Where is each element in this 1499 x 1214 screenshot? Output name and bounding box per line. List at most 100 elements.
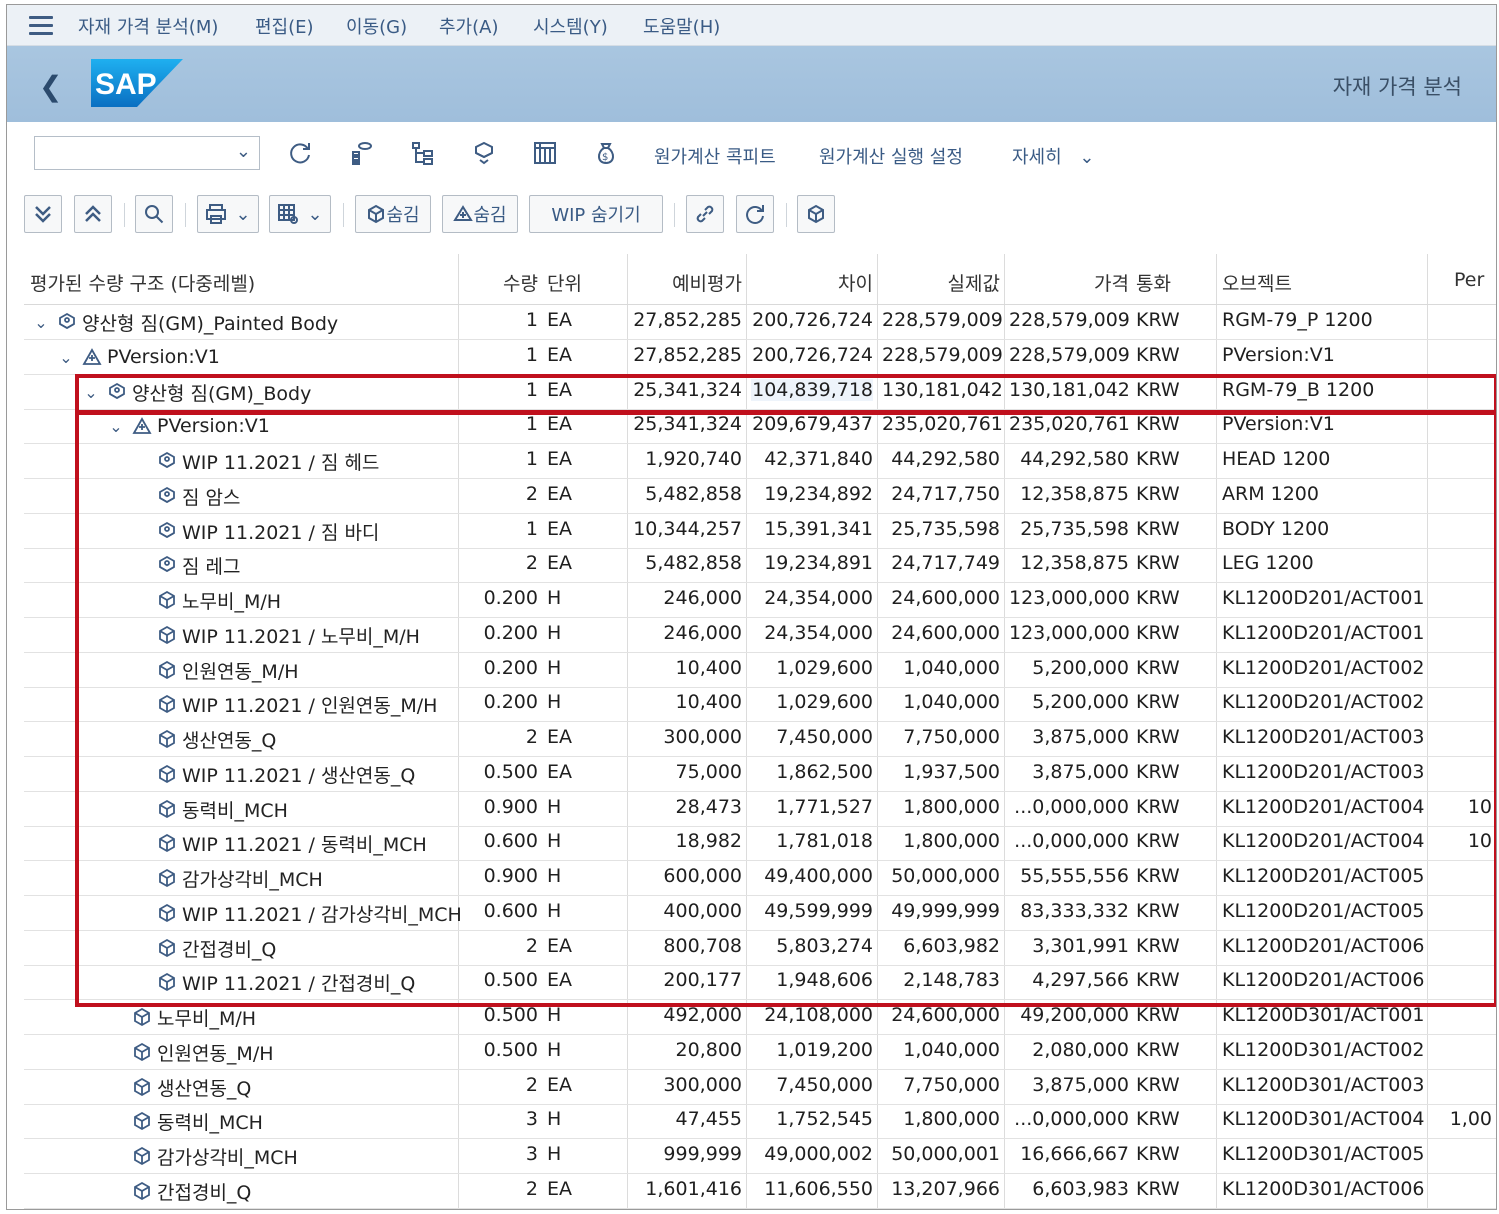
- chevron-down-icon[interactable]: ⌄: [107, 417, 125, 436]
- table-row[interactable]: 노무비_M/H 0.200 H 246,000 24,354,000 24,60…: [24, 583, 1496, 618]
- table-row[interactable]: 감가상각비_MCH 3 H 999,999 49,000,002 50,000,…: [24, 1139, 1496, 1174]
- table-row[interactable]: WIP 11.2021 / 동력비_MCH 0.600 H 18,982 1,7…: [24, 826, 1496, 861]
- column-header-price[interactable]: 가격: [1009, 269, 1129, 296]
- tree-node[interactable]: 생산연동_Q: [132, 724, 276, 754]
- tree-node[interactable]: 동력비_MCH: [107, 1106, 263, 1136]
- tree-node[interactable]: 감가상각비_MCH: [107, 1141, 298, 1171]
- tree-node[interactable]: 노무비_M/H: [107, 1002, 256, 1032]
- expand-all-button[interactable]: [24, 195, 62, 233]
- unit-cell: EA: [547, 483, 573, 505]
- column-header-unit[interactable]: 단위: [547, 269, 582, 296]
- activity-cube-icon: [131, 1110, 153, 1132]
- tree-node[interactable]: WIP 11.2021 / 노무비_M/H: [132, 620, 420, 650]
- table-row[interactable]: 간접경비_Q 2 EA 1,601,416 11,606,550 13,207,…: [24, 1174, 1496, 1209]
- tree-node[interactable]: 생산연동_Q: [107, 1072, 251, 1102]
- cost-details-icon[interactable]: [345, 136, 379, 170]
- chevron-down-icon[interactable]: ⌄: [32, 313, 50, 332]
- chevron-down-icon[interactable]: ⌄: [82, 383, 100, 402]
- table-row[interactable]: WIP 11.2021 / 노무비_M/H 0.200 H 246,000 24…: [24, 618, 1496, 653]
- more-button[interactable]: 자세히 ⌄: [1012, 143, 1095, 169]
- tree-node[interactable]: WIP 11.2021 / 인원연동_M/H: [132, 689, 437, 719]
- tree-node[interactable]: 간접경비_Q: [132, 933, 276, 963]
- table-row[interactable]: WIP 11.2021 / 짐 헤드 1 EA 1,920,740 42,371…: [24, 444, 1496, 479]
- menu-goto[interactable]: 이동(G): [346, 13, 407, 39]
- tree-node[interactable]: ⌄ 양산형 짐(GM)_Painted Body: [32, 307, 338, 337]
- refresh-icon[interactable]: [283, 136, 317, 170]
- tree-node[interactable]: 동력비_MCH: [132, 794, 288, 824]
- material-icon[interactable]: [467, 136, 501, 170]
- tree-node[interactable]: 노무비_M/H: [132, 585, 281, 615]
- collapse-all-button[interactable]: [74, 195, 112, 233]
- variant-select[interactable]: ⌄: [34, 136, 260, 170]
- table-row[interactable]: 생산연동_Q 2 EA 300,000 7,450,000 7,750,000 …: [24, 722, 1496, 757]
- back-icon[interactable]: ❮: [39, 70, 62, 103]
- table-row[interactable]: WIP 11.2021 / 짐 바디 1 EA 10,344,257 15,39…: [24, 514, 1496, 549]
- tree-node[interactable]: ⌄ 양산형 짐(GM)_Body: [82, 377, 311, 407]
- table-row[interactable]: 인원연동_M/H 0.500 H 20,800 1,019,200 1,040,…: [24, 1035, 1496, 1070]
- menu-material-price-analysis[interactable]: 자재 가격 분석(M): [78, 13, 218, 39]
- hide-wip-button[interactable]: WIP 숨기기: [529, 195, 663, 233]
- table-row[interactable]: 짐 암스 2 EA 5,482,858 19,234,892 24,717,75…: [24, 479, 1496, 514]
- tree-node[interactable]: ⌄ PVersion:V1: [107, 411, 270, 441]
- table-row[interactable]: 생산연동_Q 2 EA 300,000 7,450,000 7,750,000 …: [24, 1070, 1496, 1105]
- table-row[interactable]: 인원연동_M/H 0.200 H 10,400 1,029,600 1,040,…: [24, 653, 1496, 688]
- object-button[interactable]: [797, 195, 835, 233]
- table-row[interactable]: WIP 11.2021 / 간접경비_Q 0.500 EA 200,177 1,…: [24, 965, 1496, 1000]
- layout-button[interactable]: ⌄: [269, 195, 331, 233]
- tree-node[interactable]: WIP 11.2021 / 짐 헤드: [132, 446, 379, 476]
- hierarchy-icon[interactable]: [406, 136, 440, 170]
- tree-node[interactable]: WIP 11.2021 / 생산연동_Q: [132, 759, 415, 789]
- tree-node[interactable]: WIP 11.2021 / 감가상각비_MCH: [132, 898, 462, 928]
- search-button[interactable]: [135, 195, 173, 233]
- hide-materials-button[interactable]: 숨김: [355, 195, 431, 233]
- table-row[interactable]: 노무비_M/H 0.500 H 492,000 24,108,000 24,60…: [24, 1000, 1496, 1035]
- costing-cockpit-button[interactable]: 원가계산 콕피트: [654, 143, 776, 169]
- table-layout-icon[interactable]: [528, 136, 562, 170]
- hide-versions-button[interactable]: 숨김: [442, 195, 518, 233]
- tree-node[interactable]: WIP 11.2021 / 간접경비_Q: [132, 967, 415, 997]
- application-toolbar: ⌄ $ 원가계산 콕피트 원가계산 실행 설정 자세히 ⌄: [7, 123, 1496, 185]
- money-bag-icon[interactable]: $: [589, 136, 623, 170]
- hamburger-menu-icon[interactable]: [29, 15, 53, 35]
- table-row[interactable]: WIP 11.2021 / 인원연동_M/H 0.200 H 10,400 1,…: [24, 687, 1496, 722]
- tree-node[interactable]: 인원연동_M/H: [132, 655, 299, 685]
- column-header-object[interactable]: 오브젝트: [1222, 269, 1292, 296]
- column-header-difference[interactable]: 차이: [751, 269, 873, 296]
- tree-node[interactable]: 감가상각비_MCH: [132, 863, 323, 893]
- column-header-preliminary[interactable]: 예비평가: [632, 269, 742, 296]
- tree-node[interactable]: 짐 레그: [132, 550, 240, 580]
- column-header-structure[interactable]: 평가된 수량 구조 (다중레벨): [30, 269, 255, 296]
- print-button[interactable]: ⌄: [197, 195, 259, 233]
- link-button[interactable]: [686, 195, 724, 233]
- table-row[interactable]: WIP 11.2021 / 감가상각비_MCH 0.600 H 400,000 …: [24, 896, 1496, 931]
- tree-node[interactable]: 간접경비_Q: [107, 1176, 251, 1206]
- tree-node[interactable]: WIP 11.2021 / 짐 바디: [132, 516, 379, 546]
- refresh-button[interactable]: [736, 195, 774, 233]
- table-row[interactable]: ⌄ PVersion:V1 1 EA 25,341,324 209,679,43…: [24, 409, 1496, 444]
- tree-node[interactable]: ⌄ PVersion:V1: [57, 342, 220, 372]
- tree-toolbar: ⌄ ⌄ 숨김 숨김 WIP 숨기기: [7, 191, 1496, 243]
- menu-help[interactable]: 도움말(H): [643, 13, 720, 39]
- preliminary-cell: 25,341,324: [633, 413, 742, 435]
- column-header-quantity[interactable]: 수량: [464, 269, 538, 296]
- tree-node[interactable]: 인원연동_M/H: [107, 1037, 274, 1067]
- column-header-actual[interactable]: 실제값: [882, 269, 1000, 296]
- costing-run-settings-button[interactable]: 원가계산 실행 설정: [819, 143, 963, 169]
- table-row[interactable]: 동력비_MCH 3 H 47,455 1,752,545 1,800,000 .…: [24, 1104, 1496, 1139]
- column-header-currency[interactable]: 통화: [1136, 269, 1171, 296]
- table-row[interactable]: 짐 레그 2 EA 5,482,858 19,234,891 24,717,74…: [24, 548, 1496, 583]
- tree-node[interactable]: 짐 암스: [132, 481, 240, 511]
- table-row[interactable]: 동력비_MCH 0.900 H 28,473 1,771,527 1,800,0…: [24, 792, 1496, 827]
- table-row[interactable]: 간접경비_Q 2 EA 800,708 5,803,274 6,603,982 …: [24, 931, 1496, 966]
- table-row[interactable]: WIP 11.2021 / 생산연동_Q 0.500 EA 75,000 1,8…: [24, 757, 1496, 792]
- table-row[interactable]: 감가상각비_MCH 0.900 H 600,000 49,400,000 50,…: [24, 861, 1496, 896]
- table-row[interactable]: ⌄ 양산형 짐(GM)_Painted Body 1 EA 27,852,285…: [24, 305, 1496, 340]
- table-row[interactable]: ⌄ PVersion:V1 1 EA 27,852,285 200,726,72…: [24, 340, 1496, 375]
- menu-system[interactable]: 시스템(Y): [533, 13, 608, 39]
- menu-extras[interactable]: 추가(A): [439, 13, 498, 39]
- menu-edit[interactable]: 편집(E): [255, 13, 314, 39]
- table-row[interactable]: ⌄ 양산형 짐(GM)_Body 1 EA 25,341,324 104,839…: [24, 375, 1496, 410]
- column-header-per[interactable]: Per: [1454, 269, 1484, 291]
- chevron-down-icon[interactable]: ⌄: [57, 348, 75, 367]
- tree-node[interactable]: WIP 11.2021 / 동력비_MCH: [132, 828, 427, 858]
